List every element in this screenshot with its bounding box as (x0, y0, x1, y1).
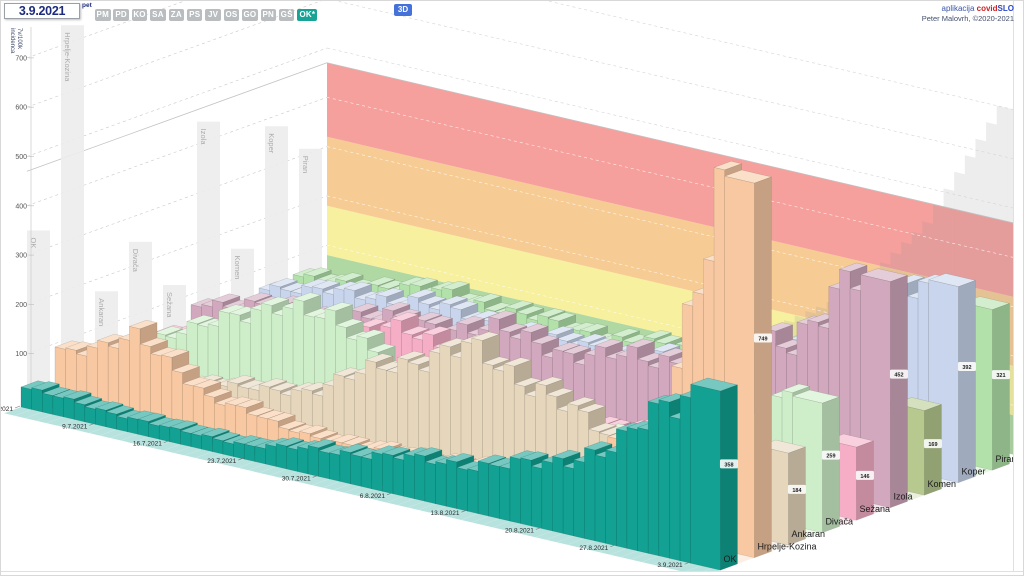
chart-canvas[interactable]: OKHrpelje-KozinaAnkaranDivačaSežanaIzola… (1, 1, 1024, 576)
region-button-JV[interactable]: JV (205, 9, 221, 21)
view-3d-button[interactable]: 3D (394, 4, 412, 16)
toolbar: 3.9.2021 pet PMPDKOSAZAPSJVOSGOPNGŠOK* 3… (1, 1, 1023, 21)
shadow-label-Divača: Divača (131, 249, 140, 273)
date-tick-30.7.2021: 30.7.2021 (282, 475, 311, 482)
y-tick-500: 500 (15, 154, 27, 161)
municipality-shadow-bar-OK (27, 231, 50, 407)
shadow-label-Piran: Piran (301, 156, 310, 174)
app-window: OKHrpelje-KozinaAnkaranDivačaSežanaIzola… (0, 0, 1024, 576)
value-label-Izola: 452 (894, 373, 903, 379)
panel-edge-bottom (1, 571, 1023, 572)
shadow-label-Komen: Komen (233, 256, 242, 280)
value-label-Komen: 169 (928, 442, 937, 448)
date-picker[interactable]: 3.9.2021 (4, 3, 80, 19)
region-button-OS[interactable]: OS (224, 9, 240, 21)
value-label-Ankaran: 184 (792, 488, 802, 494)
value-label-Sežana: 146 (860, 474, 869, 480)
value-label-OK: 358 (724, 462, 733, 468)
app-credits: aplikacija covidSLO Peter Malovrh, ©2020… (922, 4, 1014, 24)
municipality-label-OK: OK (723, 554, 736, 564)
date-tick-3.9.2021: 3.9.2021 (657, 562, 683, 569)
date-tick-13.8.2021: 13.8.2021 (431, 510, 460, 517)
date-tick-9.7.2021: 9.7.2021 (62, 423, 88, 430)
date-tick-6.8.2021: 6.8.2021 (360, 493, 386, 500)
y-tick-100: 100 (15, 351, 27, 358)
y-tick-300: 300 (15, 253, 27, 260)
value-label-Piran: 321 (996, 373, 1005, 379)
date-tick-20.8.2021: 20.8.2021 (505, 528, 534, 535)
y-axis-title: 7v/100kincidenca (9, 28, 22, 54)
municipality-label-Sežana: Sežana (859, 504, 890, 514)
region-button-SA[interactable]: SA (150, 9, 166, 21)
municipality-label-Komen: Komen (927, 479, 956, 489)
shadow-label-Hrpelje-Kozina: Hrpelje-Kozina (63, 32, 72, 82)
region-button-PS[interactable]: PS (187, 9, 203, 21)
shadow-label-Koper: Koper (267, 133, 276, 154)
y-tick-700: 700 (15, 55, 27, 62)
y-tick-200: 200 (15, 302, 27, 309)
region-button-GŠ[interactable]: GŠ (279, 9, 295, 21)
region-button-OK-active[interactable]: OK* (297, 9, 317, 21)
shadow-label-OK: OK (29, 238, 38, 249)
date-tick-23.7.2021: 23.7.2021 (207, 458, 236, 465)
date-tick-2.7.2021: 2.7.2021 (1, 406, 13, 413)
municipality-label-Koper: Koper (961, 467, 985, 477)
municipality-label-Ankaran: Ankaran (791, 529, 825, 539)
value-label-Hrpelje-Kozina: 749 (758, 336, 767, 342)
value-label-Koper: 392 (962, 365, 971, 371)
value-label-Divača: 259 (826, 454, 835, 460)
region-switcher: PMPDKOSAZAPSJVOSGOPNGŠOK* (95, 4, 320, 16)
author-credit: Peter Malovrh, ©2020-2021 (922, 14, 1014, 24)
app-title: aplikacija covidSLO (922, 4, 1014, 14)
bar[interactable] (691, 378, 738, 570)
app-title-prefix: aplikacija (942, 4, 975, 13)
date-tick-16.7.2021: 16.7.2021 (133, 441, 162, 448)
weekday-label: pet (82, 2, 92, 9)
y-tick-400: 400 (15, 203, 27, 210)
region-button-GO[interactable]: GO (242, 9, 258, 21)
y-tick-600: 600 (15, 105, 27, 112)
municipality-label-Divača: Divača (825, 517, 853, 527)
municipality-label-Izola: Izola (893, 492, 912, 502)
region-button-PM[interactable]: PM (95, 9, 111, 21)
date-tick-27.8.2021: 27.8.2021 (579, 545, 608, 552)
shadow-label-Sežana: Sežana (165, 292, 174, 318)
region-button-PN[interactable]: PN (261, 9, 277, 21)
brand-covid: covid (977, 4, 998, 13)
region-button-PD[interactable]: PD (113, 9, 129, 21)
brand-slo: SLO (998, 4, 1014, 13)
municipality-label-Hrpelje-Kozina: Hrpelje-Kozina (757, 542, 816, 552)
region-button-KO[interactable]: KO (132, 9, 148, 21)
region-button-ZA[interactable]: ZA (169, 9, 185, 21)
shadow-label-Ankaran: Ankaran (97, 298, 106, 326)
shadow-label-Izola: Izola (199, 129, 208, 146)
panel-edge-right (1013, 1, 1014, 571)
